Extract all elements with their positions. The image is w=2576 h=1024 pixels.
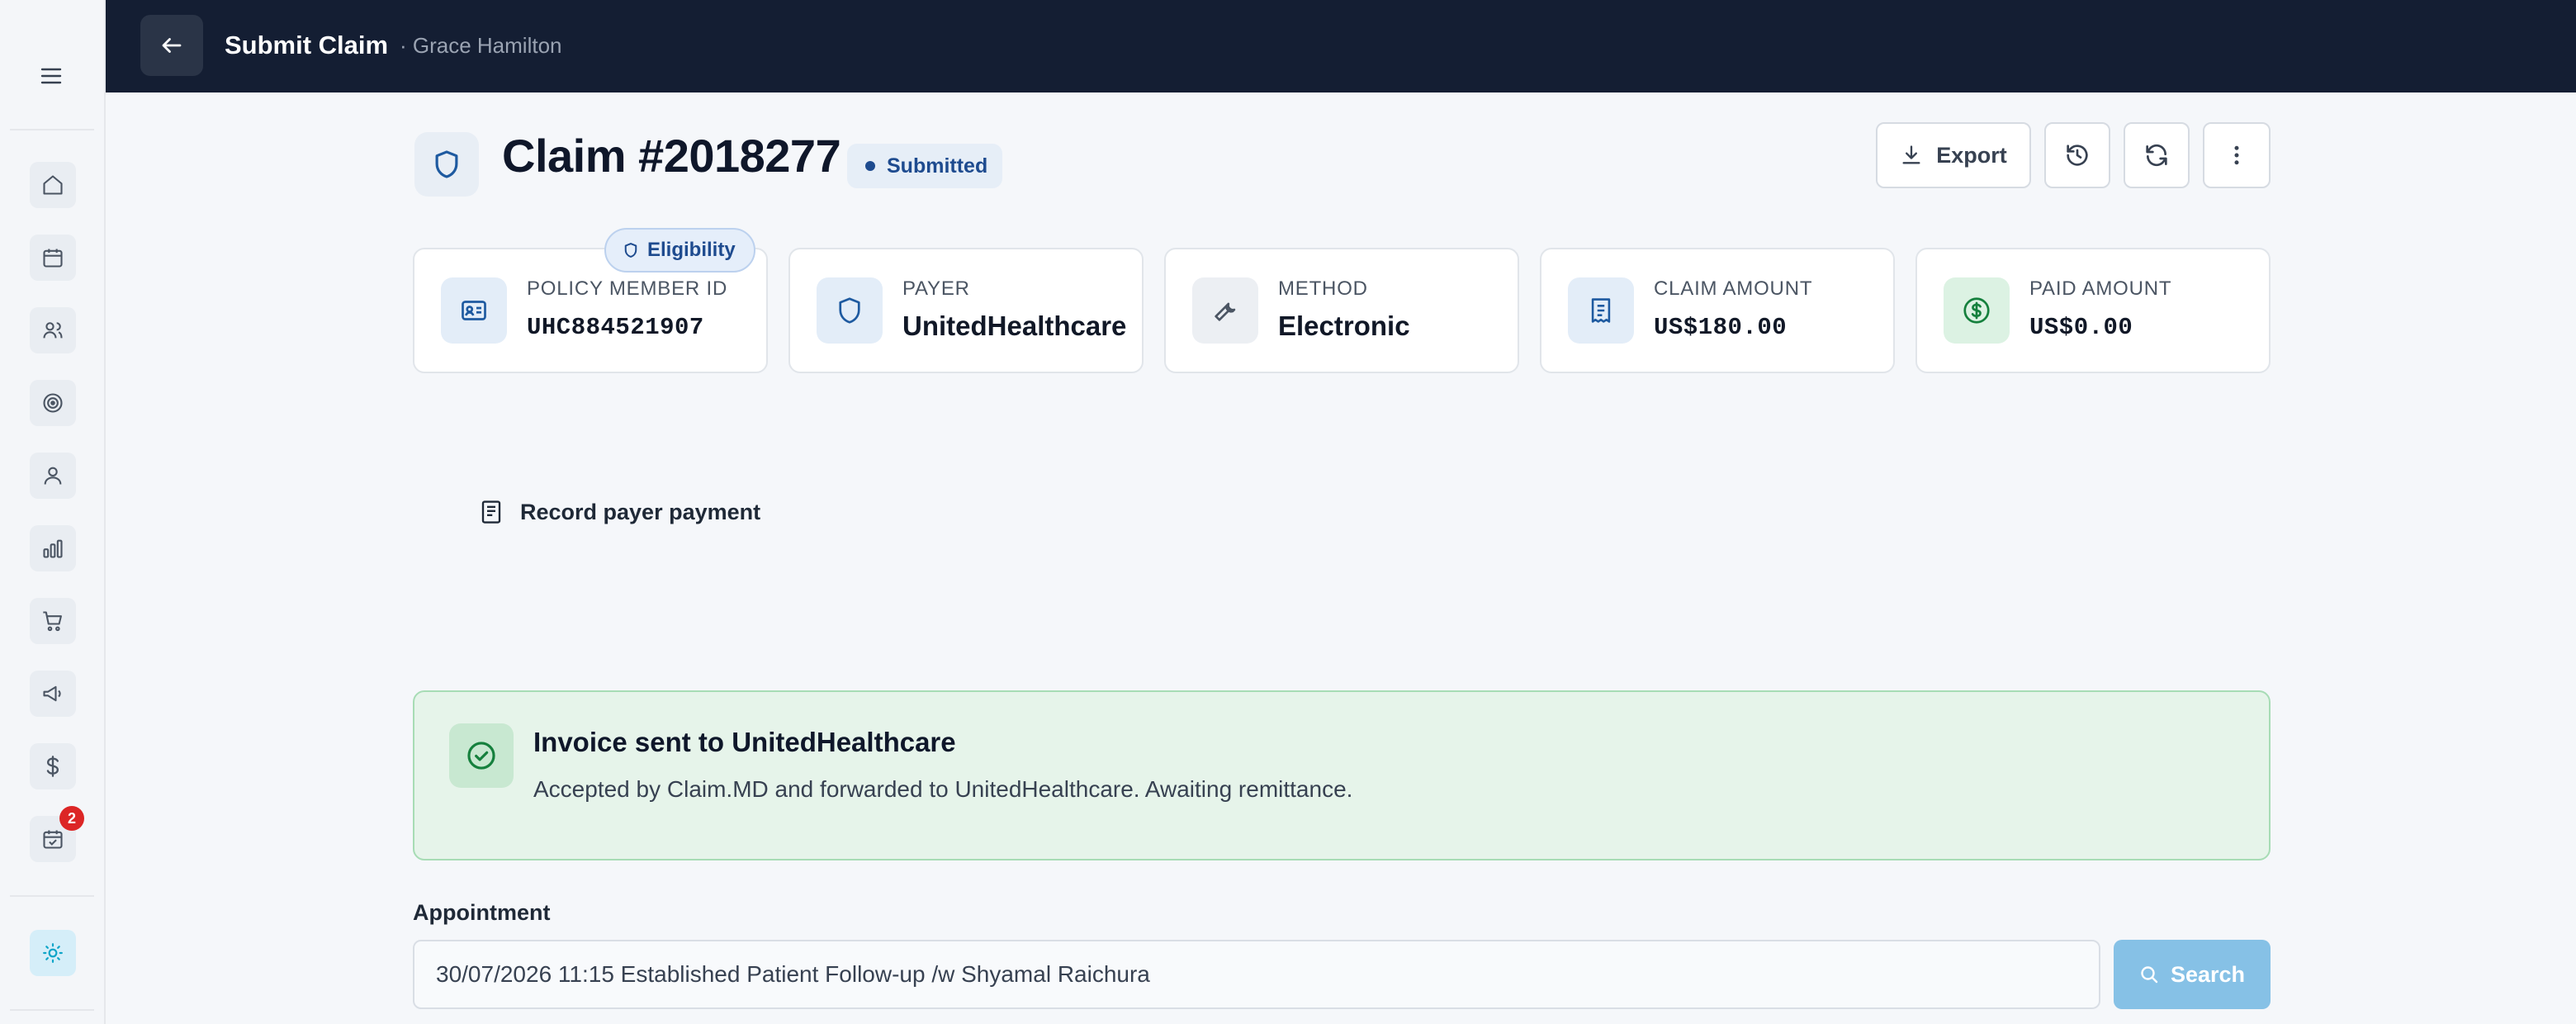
appointment-label: Appointment <box>413 900 551 925</box>
banner-title: Invoice sent to UnitedHealthcare <box>533 727 956 757</box>
paid-amount-card: Paid Amount US$0.00 <box>1915 248 2271 373</box>
card-label: Claim Amount <box>1654 277 1813 300</box>
sidebar: 2 <box>0 0 106 1024</box>
export-button[interactable]: Export <box>1876 122 2031 188</box>
card-label: Payer <box>902 277 970 300</box>
sun-icon <box>43 943 63 963</box>
method-card: Method Electronic <box>1164 248 1519 373</box>
sidebar-divider <box>10 1009 94 1011</box>
users-icon <box>43 322 63 339</box>
sidebar-item-reports[interactable] <box>30 525 76 571</box>
card-label: Method <box>1278 277 1368 300</box>
card-value: UnitedHealthcare <box>902 311 1127 341</box>
search-button[interactable]: Search <box>2114 940 2271 1009</box>
sidebar-divider <box>10 895 94 897</box>
sidebar-item-billing[interactable] <box>30 743 76 789</box>
receipt-icon <box>1568 277 1634 344</box>
calendar-icon <box>43 249 63 268</box>
hamburger-menu-icon[interactable] <box>33 58 69 94</box>
dollar-circle-icon <box>1944 277 2010 344</box>
check-circle-icon <box>449 723 514 788</box>
search-icon <box>2141 966 2158 984</box>
status-dot <box>865 161 875 171</box>
card-label: Paid Amount <box>2029 277 2172 300</box>
card-value: UHC884521907 <box>527 314 704 341</box>
sidebar-item-calendar[interactable] <box>30 235 76 281</box>
id-card-icon <box>441 277 507 344</box>
status-label: Submitted <box>887 154 988 178</box>
page-title: Submit Claim <box>225 31 389 59</box>
eligibility-label: Eligibility <box>647 239 736 261</box>
sidebar-item-marketing[interactable] <box>30 671 76 717</box>
cart-icon <box>43 611 62 632</box>
megaphone-icon <box>43 685 61 702</box>
invoice-sent-banner: Invoice sent to UnitedHealthcare Accepte… <box>413 690 2271 860</box>
record-payer-payment-button[interactable]: Record payer payment <box>481 495 760 529</box>
appointment-input[interactable] <box>413 940 2100 1009</box>
sidebar-item-tasks[interactable]: 2 <box>30 806 84 862</box>
refresh-button[interactable] <box>2124 122 2190 188</box>
target-icon <box>43 393 63 413</box>
more-options-button[interactable] <box>2203 122 2271 188</box>
shield-icon <box>817 277 883 344</box>
claim-title: Claim #2018277 <box>502 130 841 182</box>
sidebar-divider <box>10 129 94 130</box>
payer-card: Payer UnitedHealthcare <box>788 248 1144 373</box>
refresh-icon <box>2146 144 2167 167</box>
download-icon <box>1902 145 1920 164</box>
back-button[interactable] <box>140 15 203 76</box>
sidebar-item-cart[interactable] <box>30 598 76 644</box>
sidebar-item-target[interactable] <box>30 380 76 426</box>
banner-text: Accepted by Claim.MD and forwarded to Un… <box>533 776 1353 802</box>
record-payer-payment-label: Record payer payment <box>520 499 761 524</box>
shield-icon <box>624 243 637 258</box>
export-label: Export <box>1936 142 2007 168</box>
card-label: Policy Member ID <box>527 277 728 300</box>
card-value: US$0.00 <box>2029 314 2133 341</box>
claim-amount-card: Claim Amount US$180.00 <box>1540 248 1895 373</box>
calendar-check-icon <box>43 830 63 849</box>
claim-shield-icon <box>414 132 479 197</box>
wrench-icon <box>1192 277 1258 344</box>
search-label: Search <box>2170 961 2246 987</box>
history-button[interactable] <box>2044 122 2110 188</box>
dollar-icon <box>46 756 59 777</box>
sidebar-item-home[interactable] <box>30 162 76 208</box>
sidebar-item-user[interactable] <box>30 453 76 499</box>
sidebar-item-users[interactable] <box>30 307 76 353</box>
patient-name: · Grace Hamilton <box>400 33 562 58</box>
card-value: Electronic <box>1278 311 1410 341</box>
arrow-left-icon <box>162 38 182 53</box>
clipboard-icon <box>481 500 501 524</box>
notification-badge: 2 <box>59 806 84 831</box>
top-bar: Submit Claim · Grace Hamilton <box>106 0 2576 92</box>
history-icon <box>2067 145 2088 166</box>
sidebar-item-theme[interactable] <box>30 930 76 976</box>
home-icon <box>43 175 63 195</box>
card-value: US$180.00 <box>1654 314 1788 341</box>
user-icon <box>44 467 62 485</box>
status-badge: Submitted <box>847 144 1003 188</box>
bar-chart-icon <box>43 539 63 558</box>
more-vertical-icon <box>2234 145 2239 165</box>
eligibility-badge[interactable]: Eligibility <box>604 228 755 273</box>
